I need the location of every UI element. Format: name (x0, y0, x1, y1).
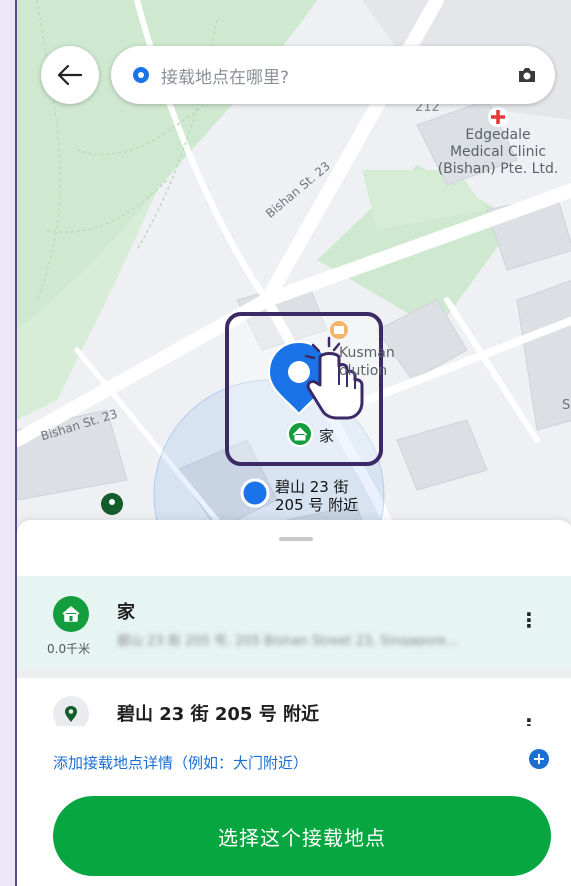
bottom-sheet: 0.0千米 家 碧山 23 街 205 号, 205 Bishan Street… (17, 520, 571, 886)
saved-place-home[interactable]: 0.0千米 家 碧山 23 街 205 号, 205 Bishan Street… (17, 576, 571, 668)
home-icon (53, 596, 89, 632)
clinic-label-line2: Medical Clinic (449, 144, 547, 160)
more-options-icon[interactable]: ⋮ (519, 714, 539, 726)
camera-icon[interactable] (515, 63, 539, 87)
current-location-label: 碧山 23 街 205 号 附近 (275, 478, 358, 514)
add-pickup-details-link[interactable]: 添加接载地点详情（例如：大门附近） (53, 752, 308, 773)
shop-label-line1: Kusman (339, 345, 395, 361)
shop-label[interactable]: Kusman olution (339, 344, 395, 380)
home-address-blurred: 碧山 23 街 205 号, 205 Bishan Street 23, Sin… (117, 634, 459, 646)
top-bar: 接载地点在哪里? (17, 44, 571, 106)
more-options-icon[interactable]: ⋮ (519, 608, 539, 632)
clinic-label[interactable]: Edgedale Medical Clinic (Bishan) Pte. Lt… (423, 127, 571, 178)
confirm-pickup-button[interactable]: 选择这个接载地点 (53, 796, 551, 876)
nearby-title: 碧山 23 街 205 号 附近 (117, 704, 319, 725)
clinic-label-line1: Edgedale (465, 127, 531, 143)
back-button[interactable] (41, 46, 99, 104)
map-home-label: 家 (319, 427, 335, 445)
arrow-left-icon (57, 65, 83, 85)
pickup-search-bar[interactable]: 接载地点在哪里? (111, 46, 555, 104)
current-location-line1: 碧山 23 街 (275, 478, 349, 496)
search-placeholder: 接载地点在哪里? (161, 68, 290, 88)
home-distance: 0.0千米 (47, 642, 91, 656)
app-frame: 212 Edgedale Medical Clinic (Bishan) Pte… (15, 0, 571, 886)
home-title: 家 (117, 602, 135, 623)
add-icon[interactable]: + (529, 749, 549, 769)
divider (17, 668, 571, 678)
clinic-label-line3: (Bishan) Pte. Ltd. (437, 161, 559, 177)
shop-label-line2: olution (339, 363, 388, 379)
map-edge-letter: S (562, 398, 571, 413)
nearby-place-item[interactable]: 碧山 23 街 205 号 附近 ⋮ (17, 678, 571, 726)
sheet-drag-handle[interactable] (279, 537, 313, 541)
location-dot-icon (133, 67, 149, 83)
map-pin-icon (53, 696, 89, 726)
current-location-line2: 205 号 附近 (275, 496, 359, 514)
